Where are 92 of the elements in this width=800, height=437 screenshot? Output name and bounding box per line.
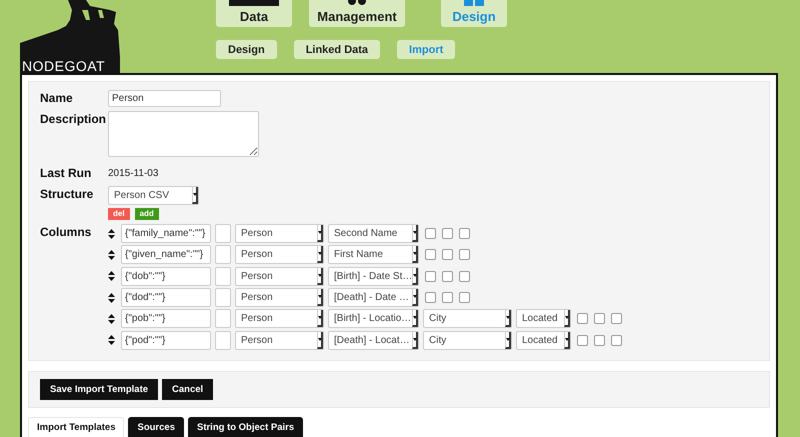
field-label: Structure <box>40 186 94 203</box>
source-input[interactable]: {"given_name":""} <box>121 245 211 264</box>
checkbox[interactable] <box>425 228 436 240</box>
checkbox[interactable] <box>611 313 622 324</box>
small-input[interactable] <box>215 330 231 350</box>
caret-icon <box>412 231 416 234</box>
select-dropdown[interactable]: City <box>423 330 512 350</box>
field-label: Name <box>40 90 74 107</box>
tab[interactable]: Import Templates <box>28 416 124 437</box>
action-button[interactable]: Cancel <box>162 378 214 400</box>
field-label: Description <box>40 111 108 128</box>
nav-tab[interactable]: Data <box>216 0 292 27</box>
checkbox[interactable] <box>459 292 470 304</box>
select-dropdown[interactable]: Person <box>235 224 324 244</box>
source-input[interactable]: {"pob":""} <box>121 309 211 328</box>
add-button[interactable]: add <box>134 208 159 220</box>
last-run-value: 2015-11-03 <box>108 167 160 181</box>
select-dropdown[interactable]: Second Name <box>328 224 419 244</box>
sort-icon[interactable] <box>108 250 115 260</box>
caret-icon <box>412 295 416 298</box>
caret-icon <box>564 316 568 320</box>
description-input[interactable] <box>108 111 259 157</box>
sort-icon[interactable] <box>108 314 115 324</box>
select-dropdown[interactable]: Person CSV <box>108 186 199 205</box>
caret-icon <box>318 338 322 341</box>
caret-icon <box>506 338 510 341</box>
checkbox[interactable] <box>442 270 453 282</box>
bar-icon <box>229 0 279 6</box>
checkbox[interactable] <box>425 270 436 282</box>
sort-icon[interactable] <box>108 271 115 282</box>
caret-icon <box>412 252 416 256</box>
select-dropdown[interactable]: [Birth] - Locatio… <box>328 309 419 328</box>
select-dropdown[interactable]: Person <box>235 309 324 328</box>
select-dropdown[interactable]: Person <box>235 266 324 286</box>
dots-icon <box>348 0 366 6</box>
checkbox[interactable] <box>459 249 470 260</box>
select-dropdown[interactable]: [Death] - Date … <box>328 288 419 308</box>
checkbox[interactable] <box>577 313 588 324</box>
sort-icon[interactable] <box>108 228 115 239</box>
tab[interactable]: Sources <box>128 416 184 437</box>
source-input[interactable]: {"dob":""} <box>121 266 211 286</box>
sort-icon[interactable] <box>108 292 115 303</box>
caret-icon <box>318 316 322 320</box>
sort-icon[interactable] <box>108 335 115 346</box>
select-dropdown[interactable]: City <box>423 309 512 328</box>
checkbox[interactable] <box>459 270 470 282</box>
logo-text: NODEGOAT <box>20 57 120 73</box>
source-input[interactable]: {"pod":""} <box>121 330 211 350</box>
name-input[interactable]: Person <box>108 90 221 107</box>
checkbox[interactable] <box>442 292 453 304</box>
caret-icon <box>318 295 322 298</box>
caret-icon <box>192 193 196 196</box>
small-input[interactable] <box>215 288 231 308</box>
caret-icon <box>412 274 416 277</box>
sub-nav-tab[interactable]: Design <box>216 40 277 59</box>
select-dropdown[interactable]: Person <box>235 288 324 308</box>
select-dropdown[interactable]: Located <box>516 309 571 328</box>
select-dropdown[interactable]: Located <box>516 330 571 350</box>
select-dropdown[interactable]: First Name <box>328 245 419 264</box>
caret-icon <box>318 231 322 234</box>
nav-tab[interactable]: Management <box>309 0 405 27</box>
small-input[interactable] <box>215 245 231 264</box>
checkbox[interactable] <box>442 249 453 260</box>
tab[interactable]: String to Object Pairs <box>188 416 304 437</box>
caret-icon <box>564 338 568 341</box>
select-dropdown[interactable]: Person <box>235 330 324 350</box>
source-input[interactable]: {"family_name":""} <box>121 224 211 244</box>
field-label: Last Run <box>40 165 92 182</box>
checkbox[interactable] <box>594 313 605 324</box>
caret-icon <box>506 316 510 320</box>
small-input[interactable] <box>215 309 231 328</box>
grid-icon <box>464 0 484 6</box>
select-dropdown[interactable]: [Death] - Locat… <box>328 330 419 350</box>
action-button[interactable]: Save Import Template <box>40 378 158 400</box>
checkbox[interactable] <box>577 334 588 346</box>
checkbox[interactable] <box>425 249 436 260</box>
small-input[interactable] <box>215 224 231 244</box>
small-input[interactable] <box>215 266 231 286</box>
select-dropdown[interactable]: [Birth] - Date St… <box>328 266 419 286</box>
checkbox[interactable] <box>459 228 470 240</box>
checkbox[interactable] <box>594 334 605 346</box>
caret-icon <box>318 274 322 277</box>
field-label: Columns <box>40 224 92 241</box>
sub-nav-tab[interactable]: Linked Data <box>294 40 380 59</box>
caret-icon <box>412 338 416 341</box>
caret-icon <box>412 316 416 320</box>
checkbox[interactable] <box>442 228 453 240</box>
select-dropdown[interactable]: Person <box>235 245 324 264</box>
checkbox[interactable] <box>425 292 436 304</box>
caret-icon <box>318 252 322 256</box>
checkbox[interactable] <box>611 334 622 346</box>
source-input[interactable]: {"dod":""} <box>121 288 211 308</box>
